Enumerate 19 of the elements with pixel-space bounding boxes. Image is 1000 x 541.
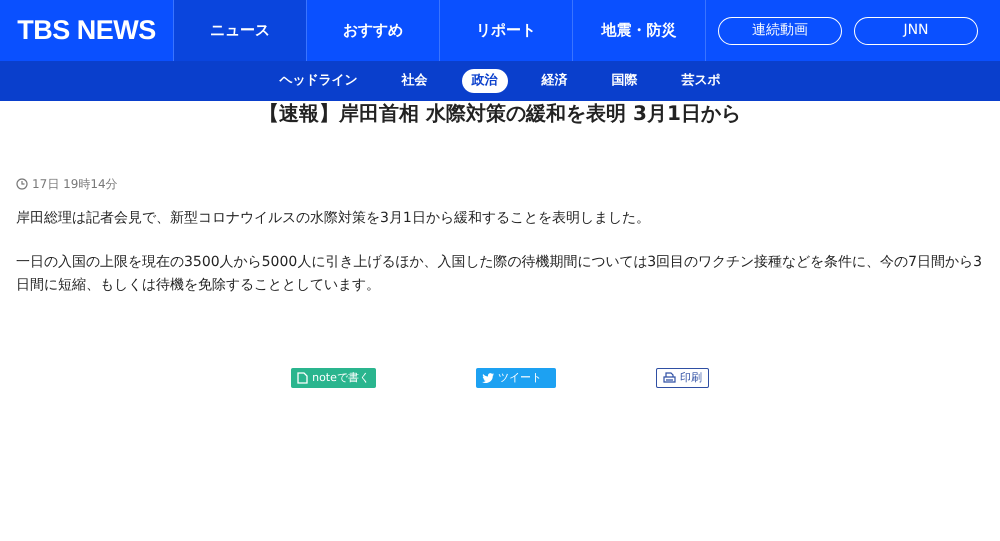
category-tab[interactable]: 国際 [602,69,648,93]
category-tab[interactable]: 政治 [462,69,508,93]
article-paragraph: 一日の入国の上限を現在の3500人から5000人に引き上げるほか、入国した際の待機期間については3回目のワクチン接種などを条件に、今の7日間から3日間に短縮、もしくは待機を免除することとしています。 [16,253,983,295]
printer-icon [662,372,676,384]
category-tab[interactable]: 社会 [392,69,438,93]
timestamp: 17日 19時14分 [32,176,118,193]
nav-tab[interactable]: ニュース [173,0,306,61]
print-button[interactable]: 印刷 [656,368,709,388]
category-tab[interactable]: 経済 [532,69,578,93]
bird-icon [482,373,494,384]
note-icon [297,372,308,384]
nav-link-button[interactable]: JNN [854,16,978,44]
clock-icon [16,178,28,190]
article-paragraph: 岸田総理は記者会見で、新型コロナウイルスの水際対策を3月1日から緩和することを表明しました。 [16,209,651,228]
nav-link-button[interactable]: 連続動画 [718,16,842,44]
category-tab[interactable]: ヘッドライン [270,69,368,93]
category-tab[interactable]: 芸スポ [672,69,730,93]
article-title: 【速報】岸田首相 水際対策の緩和を表明 3月1日から [259,101,741,125]
logo[interactable]: TBS NEWS [0,10,173,51]
